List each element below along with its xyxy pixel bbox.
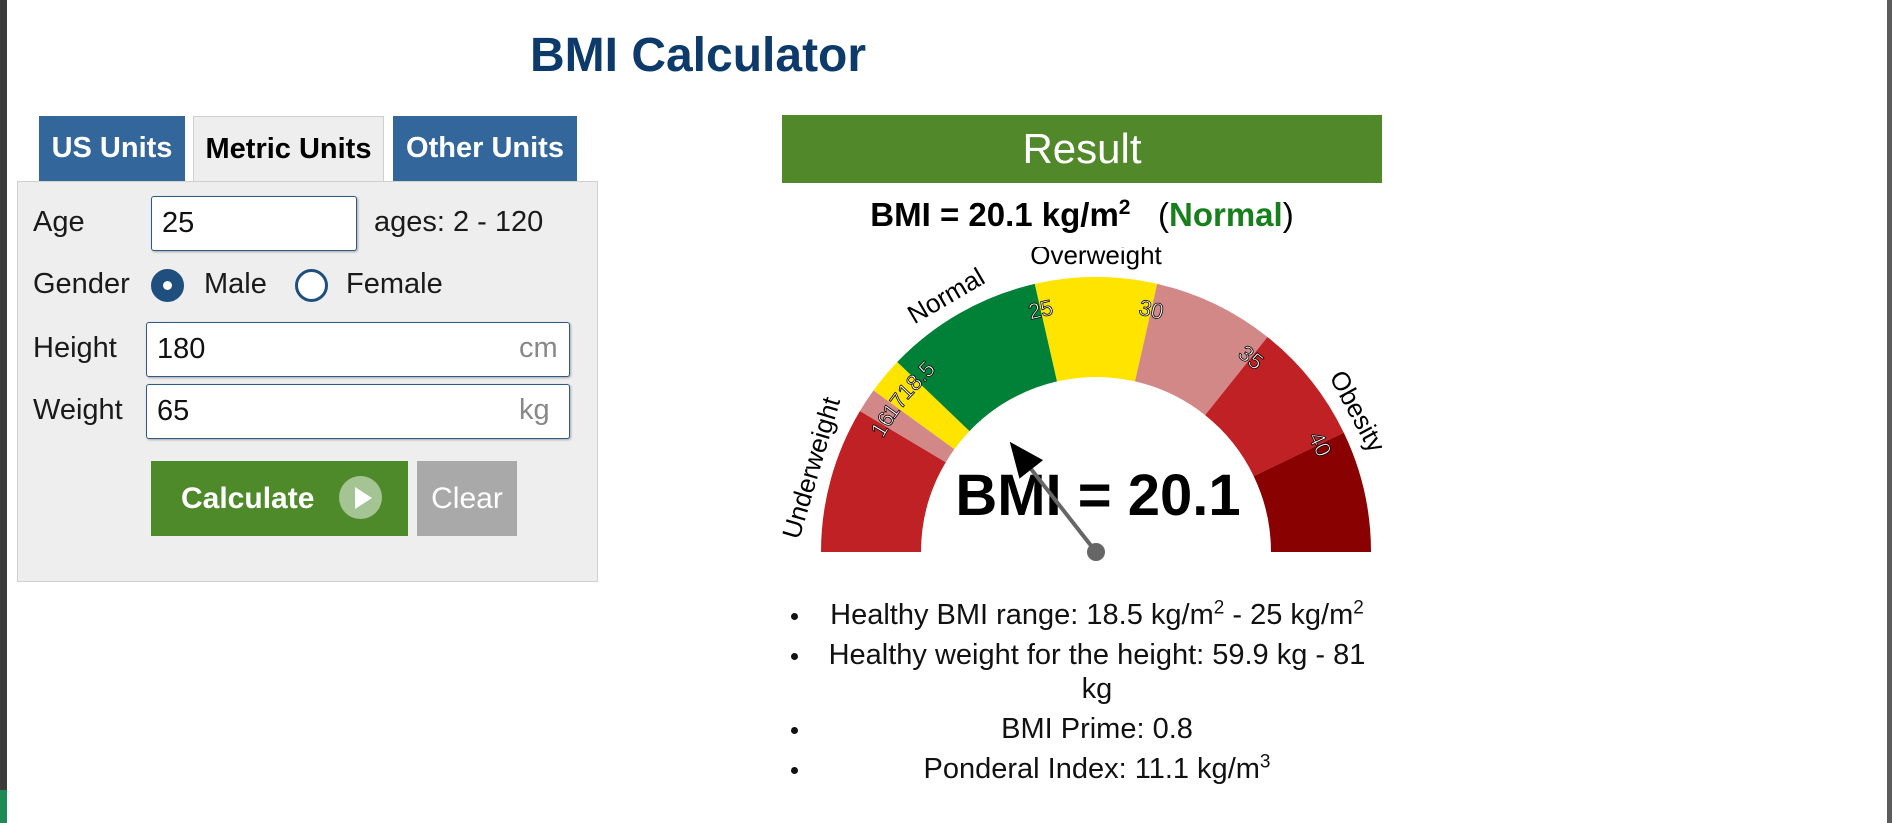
- tab-other-units[interactable]: Other Units: [393, 116, 577, 182]
- gauge-needle-pivot: [1087, 543, 1105, 561]
- result-details-list: Healthy BMI range: 18.5 kg/m2 - 25 kg/m2…: [782, 598, 1382, 792]
- height-unit: cm: [519, 332, 558, 364]
- clear-button[interactable]: Clear: [417, 461, 517, 536]
- bmi-gauge: 161718.525 303540 UnderweightNormalOverwe…: [782, 247, 1382, 561]
- gender-female-label[interactable]: Female: [346, 268, 443, 301]
- ponderal-index: Ponderal Index: 11.1 kg/m3: [812, 752, 1382, 786]
- window-left-edge: [0, 0, 7, 823]
- window-left-edge-accent: [0, 790, 7, 823]
- gauge-category-label-2: Overweight: [1030, 247, 1162, 270]
- age-input[interactable]: [151, 196, 357, 251]
- tab-metric-units[interactable]: Metric Units: [193, 116, 384, 184]
- bmi-result-exponent: 2: [1118, 196, 1131, 219]
- gender-male-label[interactable]: Male: [204, 268, 267, 301]
- tab-us-units[interactable]: US Units: [39, 116, 185, 182]
- healthy-weight-range: Healthy weight for the height: 59.9 kg -…: [812, 638, 1382, 706]
- age-label: Age: [33, 206, 85, 238]
- gender-label: Gender: [33, 268, 130, 300]
- page-title: BMI Calculator: [530, 29, 867, 82]
- bmi-category-open: (: [1158, 196, 1169, 233]
- play-icon[interactable]: [339, 476, 382, 519]
- calculate-button-label: Calculate: [181, 482, 315, 515]
- height-label: Height: [33, 332, 117, 364]
- result-header: Result: [782, 115, 1382, 183]
- height-input[interactable]: [146, 322, 570, 377]
- bmi-category: Normal: [1169, 196, 1283, 233]
- bmi-result-line: BMI = 20.1 kg/m2 (Normal): [782, 196, 1382, 234]
- gender-male-radio[interactable]: [151, 269, 184, 302]
- weight-unit: kg: [519, 394, 550, 426]
- weight-label: Weight: [33, 394, 123, 426]
- gauge-center-value: BMI = 20.1: [955, 463, 1240, 528]
- bmi-result-value: BMI = 20.1 kg/m: [870, 196, 1119, 233]
- weight-input[interactable]: [146, 384, 570, 439]
- healthy-bmi-range: Healthy BMI range: 18.5 kg/m2 - 25 kg/m2: [812, 598, 1382, 632]
- age-range-hint: ages: 2 - 120: [374, 206, 544, 238]
- bmi-category-close: ): [1282, 196, 1294, 233]
- window-right-edge: [1887, 0, 1892, 823]
- gender-female-radio[interactable]: [295, 269, 328, 302]
- bmi-prime: BMI Prime: 0.8: [812, 712, 1382, 746]
